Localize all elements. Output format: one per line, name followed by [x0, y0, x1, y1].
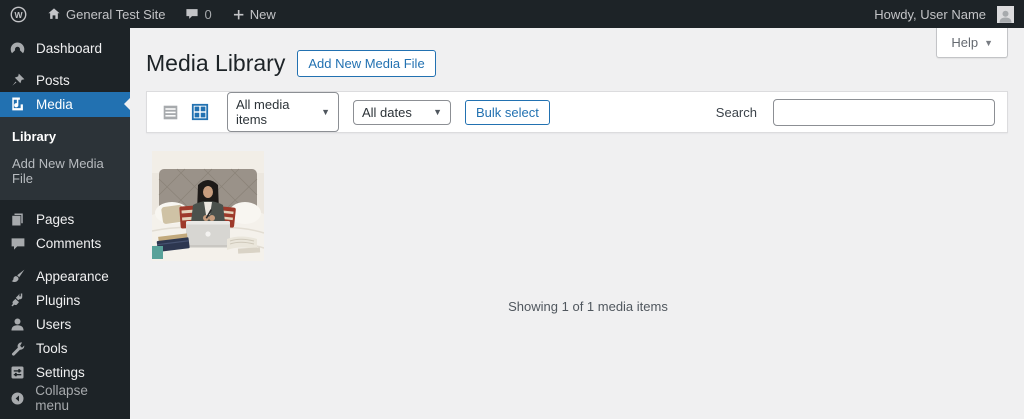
- sidebar-item-settings[interactable]: Settings: [0, 361, 130, 385]
- sidebar-item-comments[interactable]: Comments: [0, 232, 130, 256]
- sidebar-item-users[interactable]: Users: [0, 312, 130, 336]
- new-label: New: [249, 6, 276, 22]
- collapse-arrow-icon: [8, 391, 26, 406]
- help-dropdown[interactable]: Help ▼: [936, 28, 1008, 58]
- media-icon: [8, 96, 27, 112]
- user-avatar: [997, 5, 1014, 23]
- sidebar-item-appearance[interactable]: Appearance: [0, 264, 130, 288]
- plug-icon: [8, 292, 27, 308]
- svg-text:W: W: [14, 9, 23, 19]
- comment-bubble-icon: [185, 7, 199, 21]
- media-submenu: Library Add New Media File: [0, 116, 130, 200]
- media-count-status: Showing 1 of 1 media items: [508, 299, 668, 314]
- pages-icon: [8, 212, 27, 227]
- wordpress-logo-icon: W: [10, 6, 27, 23]
- plus-icon: [232, 8, 245, 21]
- sidebar-item-tools[interactable]: Tools: [0, 336, 130, 360]
- sidebar-item-pages[interactable]: Pages: [0, 208, 130, 232]
- wrench-icon: [8, 341, 27, 356]
- wordpress-logo-menu[interactable]: W: [0, 0, 37, 28]
- media-item-thumbnail[interactable]: [151, 151, 265, 261]
- sidebar-item-posts[interactable]: Posts: [0, 68, 130, 92]
- chevron-down-icon: ▼: [433, 107, 442, 117]
- grid-view-icon[interactable]: [189, 101, 211, 123]
- site-name: General Test Site: [66, 6, 166, 22]
- media-toolbar: All media items ▼ All dates ▼ Bulk selec…: [146, 91, 1008, 133]
- chevron-down-icon: ▼: [984, 37, 993, 48]
- bulk-select-button[interactable]: Bulk select: [465, 99, 550, 125]
- media-type-filter-select[interactable]: All media items ▼: [227, 92, 339, 132]
- user-icon: [8, 317, 27, 332]
- page-title: Media Library: [146, 50, 286, 76]
- site-name-menu[interactable]: General Test Site: [37, 0, 175, 28]
- collapse-menu-button[interactable]: Collapse menu: [0, 383, 130, 413]
- dashboard-icon: [8, 40, 27, 57]
- add-new-media-file-button[interactable]: Add New Media File: [297, 50, 436, 77]
- comment-icon: [8, 236, 27, 252]
- howdy-text: Howdy, User Name: [874, 6, 986, 22]
- admin-bar: W General Test Site 0 New Howdy, User Na…: [0, 0, 1024, 28]
- settings-icon: [8, 365, 27, 380]
- pushpin-icon: [8, 72, 27, 88]
- sidebar-item-media[interactable]: Media: [0, 92, 130, 117]
- sidebar-item-dashboard[interactable]: Dashboard: [0, 36, 130, 60]
- search-label: Search: [715, 104, 757, 120]
- submenu-item-library[interactable]: Library: [0, 123, 130, 150]
- list-view-icon[interactable]: [159, 101, 181, 123]
- brush-icon: [8, 268, 27, 284]
- chevron-down-icon: ▼: [321, 107, 330, 117]
- date-filter-select[interactable]: All dates ▼: [353, 99, 451, 125]
- search-input[interactable]: [773, 98, 995, 126]
- user-account-menu[interactable]: Howdy, User Name: [864, 0, 1016, 28]
- comments-menu[interactable]: 0: [175, 0, 221, 28]
- main-content: Help ▼ Media Library Add New Media File …: [130, 28, 1024, 419]
- admin-sidebar: Dashboard Posts Media Library Add New Me…: [0, 28, 130, 419]
- sidebar-item-plugins[interactable]: Plugins: [0, 288, 130, 312]
- home-icon: [47, 7, 61, 21]
- comments-count: 0: [204, 6, 212, 22]
- new-content-menu[interactable]: New: [222, 0, 286, 28]
- submenu-item-add-new-media-file[interactable]: Add New Media File: [0, 150, 130, 192]
- media-grid: Showing 1 of 1 media items: [130, 133, 1024, 314]
